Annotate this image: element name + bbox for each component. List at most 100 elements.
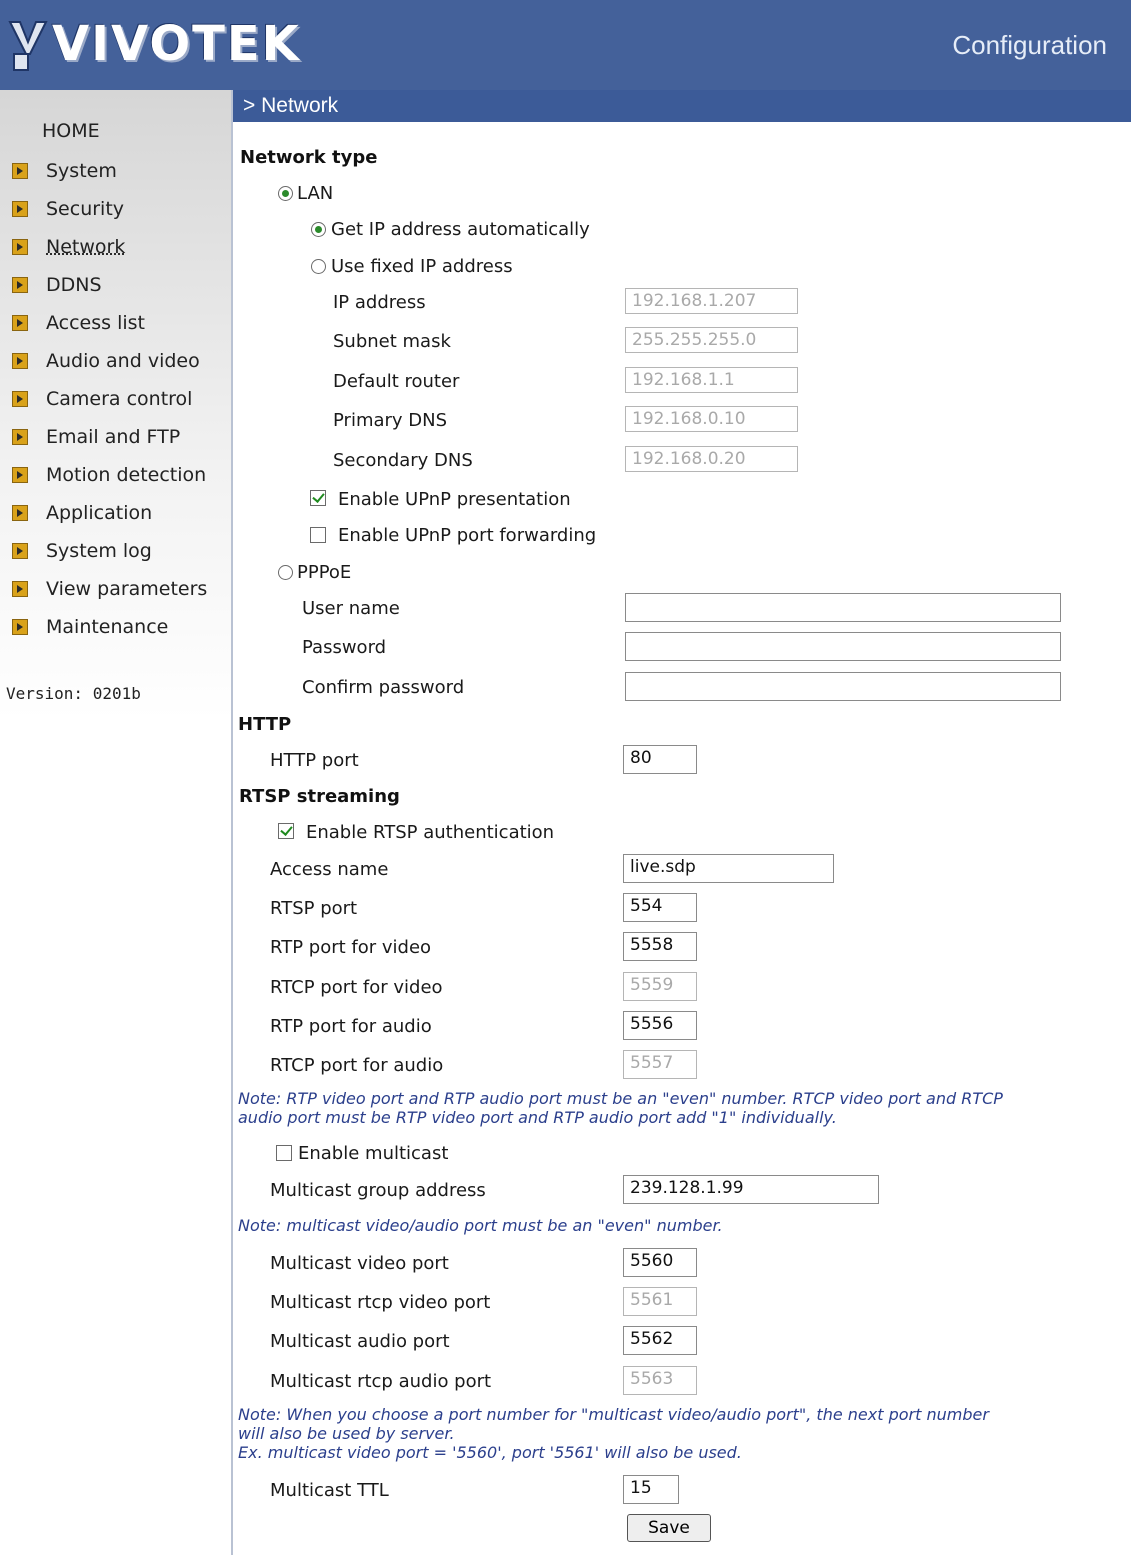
upnp-presentation-label: Enable UPnP presentation bbox=[338, 489, 571, 510]
multicast-audio-port-label: Multicast audio port bbox=[270, 1331, 450, 1352]
multicast-rtcp-video-port-field[interactable]: 5561 bbox=[623, 1287, 697, 1316]
confirm-password-field[interactable] bbox=[625, 672, 1061, 701]
access-name-label: Access name bbox=[270, 859, 389, 880]
sidebar-item-security[interactable]: Security bbox=[0, 194, 124, 224]
arrow-icon bbox=[12, 467, 28, 483]
sidebar-item-label: Audio and video bbox=[46, 350, 200, 372]
multicast-video-port-field[interactable]: 5560 bbox=[623, 1248, 697, 1277]
subnet-mask-label: Subnet mask bbox=[333, 331, 451, 352]
sidebar-item-label: Application bbox=[46, 502, 153, 524]
save-button[interactable]: Save bbox=[627, 1514, 711, 1542]
sidebar-item-label: Camera control bbox=[46, 388, 193, 410]
sidebar-item-access-list[interactable]: Access list bbox=[0, 308, 145, 338]
sidebar-item-motion-detection[interactable]: Motion detection bbox=[0, 460, 206, 490]
multicast-port-note-line: will also be used by server. bbox=[238, 1424, 455, 1443]
multicast-ttl-label: Multicast TTL bbox=[270, 1480, 389, 1501]
rtp-audio-port-label: RTP port for audio bbox=[270, 1016, 432, 1037]
sidebar-item-ddns[interactable]: DDNS bbox=[0, 270, 102, 300]
multicast-rtcp-audio-port-label: Multicast rtcp audio port bbox=[270, 1371, 492, 1392]
breadcrumb: > Network bbox=[233, 90, 1131, 122]
confirm-password-label: Confirm password bbox=[302, 677, 465, 698]
multicast-rtcp-audio-port-field[interactable]: 5563 bbox=[623, 1366, 697, 1395]
multicast-group-label: Multicast group address bbox=[270, 1180, 486, 1201]
ip-address-label: IP address bbox=[333, 292, 426, 313]
fixed-ip-radio[interactable] bbox=[311, 259, 326, 274]
vivotek-logo: VIVOTEK bbox=[8, 14, 301, 74]
ip-address-field[interactable]: 192.168.1.207 bbox=[625, 288, 798, 314]
sidebar-item-label: Access list bbox=[46, 312, 145, 334]
rtsp-port-field[interactable]: 554 bbox=[623, 893, 697, 922]
arrow-icon bbox=[12, 277, 28, 293]
secondary-dns-field[interactable]: 192.168.0.20 bbox=[625, 446, 798, 472]
rtsp-heading: RTSP streaming bbox=[239, 786, 400, 807]
rtsp-auth-label: Enable RTSP authentication bbox=[306, 822, 555, 843]
logo-mark-icon bbox=[8, 14, 48, 74]
rtcp-audio-port-field[interactable]: 5557 bbox=[623, 1050, 697, 1079]
upnp-forwarding-checkbox[interactable] bbox=[310, 527, 326, 543]
sidebar-item-label: System bbox=[46, 160, 117, 182]
http-port-label: HTTP port bbox=[270, 750, 359, 771]
sidebar-item-label: Maintenance bbox=[46, 616, 169, 638]
arrow-icon bbox=[12, 239, 28, 255]
rtsp-auth-checkbox[interactable] bbox=[278, 823, 294, 839]
sidebar-item-view-parameters[interactable]: View parameters bbox=[0, 574, 207, 604]
sidebar-item-network[interactable]: Network bbox=[0, 232, 125, 262]
multicast-checkbox[interactable] bbox=[276, 1145, 292, 1161]
sidebar-item-camera-control[interactable]: Camera control bbox=[0, 384, 192, 414]
multicast-audio-port-field[interactable]: 5562 bbox=[623, 1326, 697, 1355]
rtcp-video-port-label: RTCP port for video bbox=[270, 977, 443, 998]
rtsp-port-label: RTSP port bbox=[270, 898, 358, 919]
password-label: Password bbox=[302, 637, 387, 658]
arrow-icon bbox=[12, 315, 28, 331]
password-field[interactable] bbox=[625, 632, 1061, 661]
rtp-audio-port-field[interactable]: 5556 bbox=[623, 1011, 697, 1040]
sidebar-item-label: Email and FTP bbox=[46, 426, 181, 448]
sidebar-item-system[interactable]: System bbox=[0, 156, 117, 186]
rtp-note-line: audio port must be RTP video port and RT… bbox=[238, 1108, 837, 1127]
sidebar-item-system-log[interactable]: System log bbox=[0, 536, 152, 566]
sidebar-item-label: Security bbox=[46, 198, 125, 220]
sidebar-item-email-ftp[interactable]: Email and FTP bbox=[0, 422, 180, 452]
multicast-port-note: Note: When you choose a port number for … bbox=[238, 1405, 989, 1462]
auto-ip-radio[interactable] bbox=[311, 222, 326, 237]
primary-dns-field[interactable]: 192.168.0.10 bbox=[625, 406, 798, 432]
multicast-video-port-label: Multicast video port bbox=[270, 1253, 449, 1274]
rtcp-video-port-field[interactable]: 5559 bbox=[623, 972, 697, 1001]
default-router-field[interactable]: 192.168.1.1 bbox=[625, 367, 798, 393]
pppoe-radio[interactable] bbox=[278, 565, 293, 580]
rtp-video-port-field[interactable]: 5558 bbox=[623, 932, 697, 961]
lan-label: LAN bbox=[297, 183, 334, 204]
multicast-rtcp-video-port-label: Multicast rtcp video port bbox=[270, 1292, 491, 1313]
arrow-icon bbox=[12, 163, 28, 179]
http-port-field[interactable]: 80 bbox=[623, 745, 697, 774]
username-label: User name bbox=[302, 598, 400, 619]
arrow-icon bbox=[12, 353, 28, 369]
sidebar-item-maintenance[interactable]: Maintenance bbox=[0, 612, 168, 642]
lan-radio[interactable] bbox=[278, 186, 293, 201]
breadcrumb-text: > Network bbox=[243, 94, 339, 117]
pppoe-label: PPPoE bbox=[297, 562, 352, 583]
brand-name: VIVOTEK bbox=[52, 16, 301, 72]
multicast-even-note: Note: multicast video/audio port must be… bbox=[238, 1216, 723, 1235]
arrow-icon bbox=[12, 201, 28, 217]
sidebar-item-audio-video[interactable]: Audio and video bbox=[0, 346, 200, 376]
arrow-icon bbox=[12, 581, 28, 597]
sidebar-item-application[interactable]: Application bbox=[0, 498, 152, 528]
multicast-ttl-field[interactable]: 15 bbox=[623, 1475, 679, 1504]
subnet-mask-field[interactable]: 255.255.255.0 bbox=[625, 327, 798, 353]
upnp-presentation-checkbox[interactable] bbox=[310, 490, 326, 506]
sidebar-item-label: Network bbox=[46, 236, 126, 258]
sidebar-item-home[interactable]: HOME bbox=[42, 120, 100, 142]
primary-dns-label: Primary DNS bbox=[333, 410, 448, 431]
upnp-forwarding-label: Enable UPnP port forwarding bbox=[338, 525, 597, 546]
sidebar-item-label: Motion detection bbox=[46, 464, 207, 486]
multicast-group-field[interactable]: 239.128.1.99 bbox=[623, 1175, 879, 1204]
secondary-dns-label: Secondary DNS bbox=[333, 450, 473, 471]
header-bar: VIVOTEK Configuration bbox=[0, 0, 1131, 90]
rtp-note: Note: RTP video port and RTP audio port … bbox=[238, 1089, 1003, 1127]
username-field[interactable] bbox=[625, 593, 1061, 622]
rtp-note-line: Note: RTP video port and RTP audio port … bbox=[238, 1089, 1003, 1108]
page-section-title: Configuration bbox=[952, 30, 1107, 60]
arrow-icon bbox=[12, 391, 28, 407]
access-name-field[interactable]: live.sdp bbox=[623, 854, 834, 883]
